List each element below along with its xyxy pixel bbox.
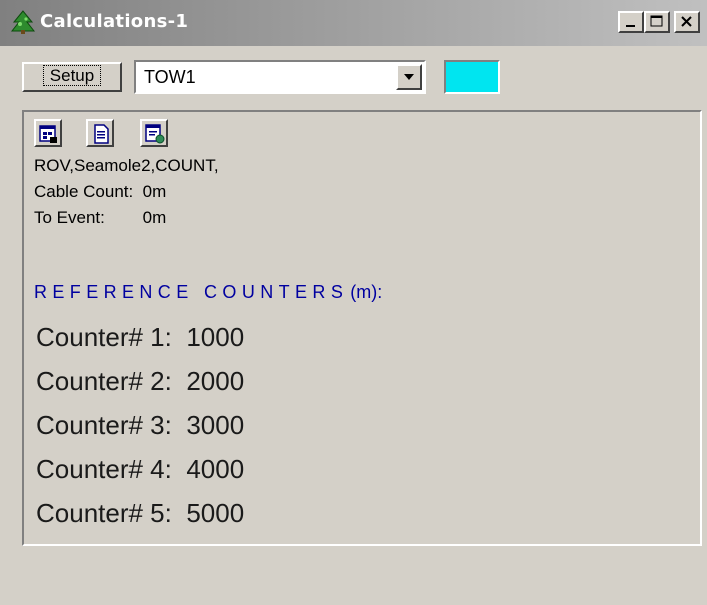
counter-3: Counter# 3: 3000 — [36, 410, 245, 440]
calculations-panel: ROV,Seamole2,COUNT, Cable Count: 0m To E… — [22, 110, 702, 546]
reference-counters-title: REFERENCE COUNTERS — [34, 282, 349, 302]
reference-counters-heading: REFERENCE COUNTERS (m): — [34, 282, 382, 303]
close-button[interactable] — [674, 11, 700, 33]
window-title: Calculations-1 — [40, 11, 189, 32]
export-icon — [145, 124, 165, 144]
minimize-icon — [626, 25, 635, 27]
tow-select[interactable]: TOW1 — [134, 60, 426, 94]
cable-count: Cable Count: 0m — [34, 182, 167, 201]
report-button[interactable] — [34, 119, 62, 147]
maximize-icon — [650, 15, 663, 27]
counter-2: Counter# 2: 2000 — [36, 366, 245, 396]
setup-button[interactable]: Setup — [22, 62, 122, 92]
color-swatch[interactable] — [444, 60, 500, 94]
minimize-button[interactable] — [618, 11, 644, 33]
export-button[interactable] — [140, 119, 168, 147]
reference-counters-unit: (m): — [350, 282, 383, 302]
title-bar[interactable]: Calculations-1 — [0, 0, 707, 46]
chevron-down-icon — [404, 74, 414, 80]
counter-4: Counter# 4: 4000 — [36, 454, 245, 484]
counter-1: Counter# 1: 1000 — [36, 322, 245, 352]
maximize-button[interactable] — [644, 11, 670, 33]
document-button[interactable] — [86, 119, 114, 147]
source-line: ROV,Seamole2,COUNT, — [34, 156, 219, 175]
tow-select-value: TOW1 — [144, 67, 196, 87]
close-icon — [681, 16, 692, 27]
toolbar: Setup TOW1 — [0, 54, 707, 102]
to-event: To Event: 0m — [34, 208, 167, 227]
counter-5: Counter# 5: 5000 — [36, 498, 245, 528]
setup-button-label: Setup — [42, 65, 102, 86]
dropdown-arrow-button[interactable] — [396, 64, 422, 90]
app-tree-icon — [10, 10, 36, 34]
report-icon — [39, 125, 57, 143]
document-icon — [94, 124, 109, 144]
